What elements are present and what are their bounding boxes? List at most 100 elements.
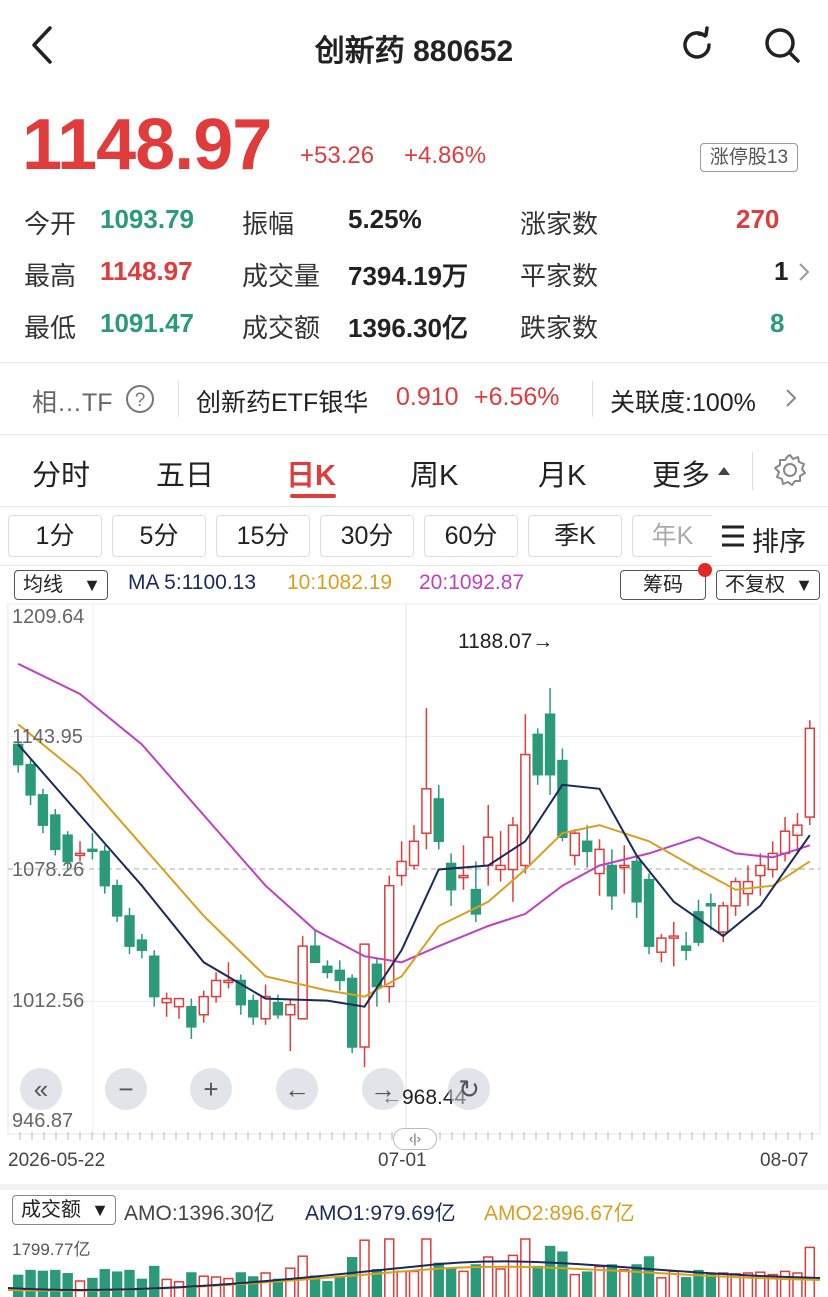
volume-bar: [569, 1273, 581, 1297]
header-bar: 创新药 880652: [0, 0, 828, 92]
amo1-value: AMO1:979.69亿: [305, 1202, 456, 1225]
scroll-left-button[interactable]: ←: [276, 1068, 318, 1110]
volume-bar: [322, 1281, 333, 1297]
candle-body: [309, 945, 321, 964]
candle-body: [173, 997, 185, 1008]
timeline-drag-handle[interactable]: ‹|›: [393, 1128, 437, 1150]
chips-button[interactable]: 筹码: [620, 570, 706, 600]
volume-bar: [186, 1272, 197, 1297]
tab-intraday[interactable]: 分时: [32, 452, 90, 494]
candle-body: [718, 905, 729, 933]
interval-15min-button[interactable]: 15分: [216, 515, 310, 557]
candle-body: [619, 864, 630, 869]
tab-weekly-k[interactable]: 周K: [410, 452, 458, 494]
ma5-line: [17, 743, 811, 1008]
zoom-out-button[interactable]: −: [105, 1068, 147, 1110]
zoom-in-button[interactable]: +: [190, 1068, 232, 1110]
candle-body: [668, 935, 679, 939]
interval-year-k-button[interactable]: 年K: [632, 515, 712, 557]
candle-body: [37, 794, 49, 826]
volume-label: 成交量: [242, 261, 321, 291]
x-tick-label: 08-07: [760, 1150, 809, 1171]
volume-bar: [62, 1273, 73, 1297]
reset-view-button[interactable]: ↻: [448, 1068, 490, 1110]
low-label: 最低: [24, 313, 77, 343]
volume-bar: [12, 1274, 24, 1297]
candle-body: [198, 995, 209, 1016]
help-icon[interactable]: ?: [124, 383, 156, 415]
jump-start-button[interactable]: «: [20, 1068, 62, 1110]
candle-body: [532, 733, 543, 776]
low-value: 1091.47: [100, 308, 194, 338]
related-prefix[interactable]: 相…TF: [32, 383, 113, 419]
limit-up-badge[interactable]: 涨停股13: [700, 143, 798, 172]
volume-chart[interactable]: [0, 1230, 828, 1297]
tab-five-day[interactable]: 五日: [156, 452, 214, 494]
interval-quarter-k-button[interactable]: 季K: [528, 515, 622, 557]
tab-daily-k[interactable]: 日K: [286, 452, 336, 494]
volume-bar: [668, 1270, 679, 1297]
interval-5min-button[interactable]: 5分: [112, 515, 206, 557]
amount-label: 成交额: [242, 313, 321, 343]
open-label: 今开: [24, 209, 77, 239]
x-tick-label: 07-01: [378, 1150, 427, 1171]
flat-count-label: 平家数: [520, 261, 599, 291]
chevron-right-icon[interactable]: [784, 388, 798, 408]
candle-body: [50, 814, 61, 851]
tab-monthly-k[interactable]: 月K: [538, 452, 586, 494]
candle-body: [297, 945, 308, 1020]
dropdown-arrow-icon: ▼: [795, 575, 813, 595]
candle-body: [594, 848, 605, 875]
ma5-value: MA 5:1100.13: [128, 571, 257, 594]
interval-1min-button[interactable]: 1分: [8, 515, 102, 557]
volume-bar: [804, 1246, 816, 1297]
volume-bar: [656, 1277, 667, 1297]
current-price: 1148.97: [22, 105, 272, 185]
settings-gear-icon[interactable]: [772, 452, 808, 488]
volume-bar: [483, 1256, 494, 1297]
y-tick-label: 946.87: [12, 1110, 74, 1132]
candle-body: [285, 1003, 296, 1016]
menu-list-icon[interactable]: [720, 524, 746, 548]
candle-body: [161, 997, 172, 1004]
candlestick-chart[interactable]: [0, 600, 828, 1140]
y-tick-label: 1012.56: [12, 990, 85, 1012]
volume-bar: [396, 1270, 407, 1297]
interval-60min-button[interactable]: 60分: [424, 515, 518, 557]
volume-bar: [705, 1273, 717, 1297]
amo-value: AMO:1396.30亿: [124, 1202, 275, 1225]
interval-30min-button[interactable]: 30分: [320, 515, 414, 557]
candle-body: [111, 884, 123, 917]
etf-price: 0.910: [396, 383, 459, 411]
candle-body: [322, 965, 333, 974]
scroll-right-button[interactable]: →: [362, 1068, 404, 1110]
tab-more[interactable]: 更多: [652, 452, 710, 494]
candle-body: [557, 759, 568, 838]
etf-name[interactable]: 创新药ETF银华: [196, 383, 368, 419]
flat-count-value[interactable]: 1: [774, 256, 788, 287]
candle-body: [74, 852, 86, 857]
correlation[interactable]: 关联度:100%: [610, 383, 756, 419]
candle-body: [643, 878, 655, 947]
candle-body: [87, 848, 98, 853]
volume-selector-button[interactable]: 成交额 ▼: [12, 1195, 116, 1225]
adjust-selector-button[interactable]: 不复权 ▼: [716, 570, 820, 600]
candle-body: [483, 836, 494, 867]
candle-body: [792, 824, 803, 836]
ma20-value: 20:1092.87: [419, 571, 525, 594]
search-icon[interactable]: [762, 24, 802, 66]
section-separator: [0, 1184, 828, 1190]
amo2-value: AMO2:896.67亿: [484, 1202, 635, 1225]
candle-body: [334, 969, 345, 982]
volume-bar: [594, 1265, 605, 1297]
chevron-right-icon[interactable]: [797, 262, 811, 282]
volume-bar: [779, 1270, 791, 1297]
volume-bar: [37, 1270, 49, 1297]
volume-bar: [532, 1265, 543, 1297]
volume-bar: [346, 1257, 358, 1297]
candle-body: [247, 999, 259, 1018]
refresh-icon[interactable]: [678, 26, 716, 64]
x-tick-label: 2026-05-22: [8, 1150, 106, 1171]
sort-button[interactable]: 排序: [752, 520, 806, 559]
ma-selector-button[interactable]: 均线 ▼: [14, 570, 108, 600]
